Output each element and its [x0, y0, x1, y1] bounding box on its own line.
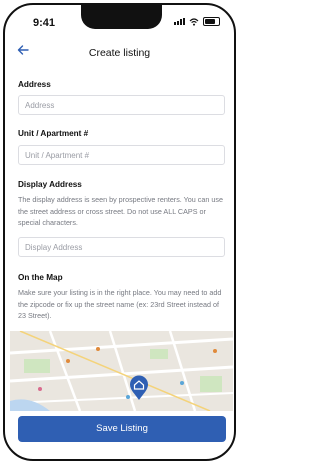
map-view[interactable]	[10, 331, 233, 411]
unit-input[interactable]: Unit / Apartment #	[18, 145, 225, 165]
header: Create listing	[5, 41, 234, 65]
status-bar: 9:41	[5, 5, 234, 35]
home-map-pin-icon[interactable]	[129, 375, 149, 401]
battery-icon	[203, 17, 220, 26]
address-input[interactable]: Address	[18, 95, 225, 115]
wifi-icon	[189, 17, 199, 26]
map-description: Make sure your listing is in the right p…	[18, 288, 222, 320]
unit-label: Unit / Apartment #	[18, 129, 89, 138]
notch	[81, 5, 162, 29]
status-time: 9:41	[33, 17, 56, 29]
map-graphic	[10, 331, 233, 411]
display-address-description: The display address is seen by prospecti…	[18, 195, 223, 227]
address-label: Address	[18, 80, 51, 89]
status-icons	[174, 17, 220, 26]
display-address-input[interactable]: Display Address	[18, 237, 225, 257]
phone-frame: 9:41 Create listing Address Address Unit…	[3, 3, 236, 461]
display-address-label: Display Address	[18, 180, 82, 189]
signal-icon	[174, 18, 185, 25]
map-label: On the Map	[18, 273, 63, 282]
page-title: Create listing	[88, 47, 151, 59]
save-listing-button[interactable]: Save Listing	[18, 416, 226, 442]
